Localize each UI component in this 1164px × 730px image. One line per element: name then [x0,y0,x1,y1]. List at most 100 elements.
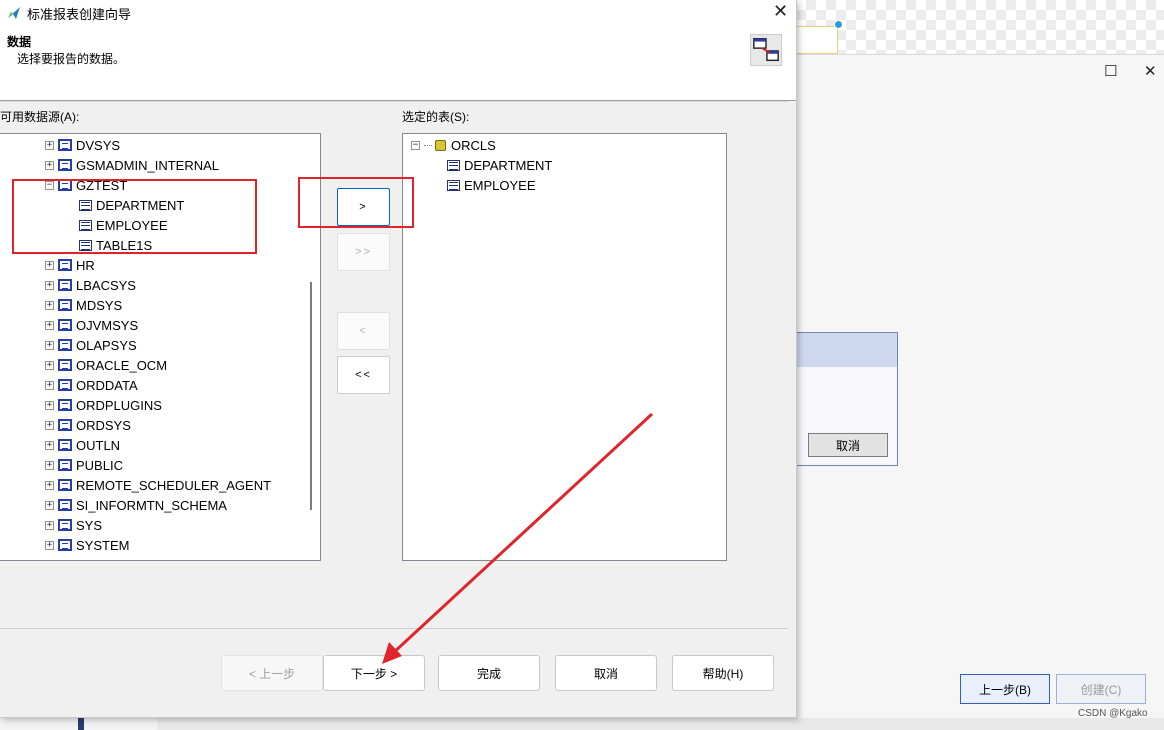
background-handle-dot [834,20,843,29]
selected-root-label: ORCLS [451,137,496,153]
watermark: CSDN @Kgako [1078,708,1148,719]
tree-schema-item[interactable]: + MDSYS [45,295,122,315]
finish-button[interactable]: 完成 [438,655,540,691]
tree-schema-item[interactable]: + OUTLN [45,435,120,455]
schema-icon [58,439,72,451]
tree-item-label: ORACLE_OCM [76,357,168,373]
tree-schema-item[interactable]: + PUBLIC [45,455,123,475]
schema-icon [58,419,72,431]
dialog-title: 标准报表创建向导 [27,7,132,22]
selected-tree[interactable]: − ORCLS DEPARTMENT EMPLOYEE [402,133,727,561]
expand-icon[interactable]: + [45,520,54,530]
step-subtitle: 选择要报告的数据。 [17,52,126,66]
back-button[interactable]: < 上一步 [221,655,323,691]
next-button[interactable]: 下一步 > [323,655,425,691]
schema-icon [58,359,72,371]
wizard-header: 数据 选择要报告的数据。 [0,26,796,101]
selected-item-label: EMPLOYEE [464,177,536,193]
tree-schema-item[interactable]: + DVSYS [45,135,120,155]
remove-all-button[interactable]: << [337,356,390,394]
expand-icon[interactable]: + [45,300,54,310]
tree-schema-item[interactable]: + OLAPSYS [45,335,137,355]
tree-schema-item[interactable]: + ORDPLUGINS [45,395,162,415]
tree-item-label: REMOTE_SCHEDULER_AGENT [76,477,272,493]
schema-icon [58,499,72,511]
tree-item-label: DVSYS [76,137,121,153]
tree-schema-item[interactable]: + ORDSYS [45,415,131,435]
schema-icon [58,279,72,291]
tree-item-label: OUTLN [76,437,121,453]
tree-item-label: LBACSYS [76,277,136,293]
selected-root[interactable]: − ORCLS [411,135,496,155]
expand-icon[interactable]: + [45,440,54,450]
collapse-icon[interactable]: − [411,140,420,150]
header-divider [0,101,788,102]
annotation-box-gztest [12,179,257,254]
schema-icon [58,319,72,331]
expand-icon[interactable]: + [45,160,54,170]
background-create-button[interactable]: 创建(C) [1056,674,1146,704]
expand-icon[interactable]: + [45,140,54,150]
report-wizard-dialog: 标准报表创建向导 ✕ 数据 选择要报告的数据。 可用数据源(A): + DVSYS… [0,0,797,718]
tree-item-label: HR [76,257,95,273]
tree-schema-item[interactable]: + SI_INFORMTN_SCHEMA [45,495,227,515]
expand-icon[interactable]: + [45,380,54,390]
expand-icon[interactable]: + [45,420,54,430]
maximize-icon[interactable]: ☐ [1104,62,1117,80]
database-icon [435,139,446,151]
schema-icon [58,539,72,551]
background-cancel-button[interactable]: 取消 [808,433,888,457]
expand-icon[interactable]: + [45,540,54,550]
cancel-button[interactable]: 取消 [555,655,657,691]
schema-icon [58,139,72,151]
background-canvas-top [796,0,1164,54]
selected-label: 选定的表(S): [402,110,470,124]
remove-selected-button[interactable]: < [337,312,390,350]
tree-item-label: SYS [76,517,103,533]
tree-item-label: OLAPSYS [76,337,137,353]
tree-item-label: MDSYS [76,297,123,313]
tree-schema-item[interactable]: + OJVMSYS [45,315,138,335]
background-taskbar-mark [78,716,84,730]
expand-icon[interactable]: + [45,500,54,510]
expand-icon[interactable]: + [45,260,54,270]
table-icon [447,159,460,171]
close-icon[interactable]: ✕ [1144,62,1157,80]
expand-icon[interactable]: + [45,280,54,290]
expand-icon[interactable]: + [45,360,54,370]
tree-schema-item[interactable]: + SYSTEM [45,535,129,555]
tree-schema-item[interactable]: + SYS [45,515,102,535]
schema-icon [58,479,72,491]
tree-schema-item[interactable]: + ORACLE_OCM [45,355,167,375]
tree-schema-item[interactable]: + ORDDATA [45,375,138,395]
tree-schema-item[interactable]: + HR [45,255,95,275]
tree-item-label: ORDSYS [76,417,131,433]
table-icon [447,179,460,191]
available-label: 可用数据源(A): [0,110,80,124]
tree-schema-item[interactable]: + LBACSYS [45,275,136,295]
schema-icon [58,259,72,271]
expand-icon[interactable]: + [45,340,54,350]
expand-icon[interactable]: + [45,460,54,470]
selected-item[interactable]: DEPARTMENT [447,155,552,175]
tree-item-label: PUBLIC [76,457,123,473]
help-button[interactable]: 帮助(H) [672,655,774,691]
available-scrollbar[interactable] [310,282,312,510]
expand-icon[interactable]: + [45,400,54,410]
add-all-button[interactable]: >> [337,233,390,271]
selected-item[interactable]: EMPLOYEE [447,175,536,195]
tree-schema-item[interactable]: + GSMADMIN_INTERNAL [45,155,219,175]
background-back-button[interactable]: 上一步(B) [960,674,1050,704]
tree-schema-item[interactable]: + REMOTE_SCHEDULER_AGENT [45,475,271,495]
data-link-icon [750,34,782,66]
schema-icon [58,399,72,411]
step-title: 数据 [7,35,32,49]
close-icon[interactable]: ✕ [773,1,788,22]
background-panel: 取消 [796,332,898,466]
app-icon [8,7,20,19]
footer-divider [0,628,788,629]
schema-icon [58,519,72,531]
expand-icon[interactable]: + [45,320,54,330]
expand-icon[interactable]: + [45,480,54,490]
tree-item-label: GSMADMIN_INTERNAL [76,157,220,173]
